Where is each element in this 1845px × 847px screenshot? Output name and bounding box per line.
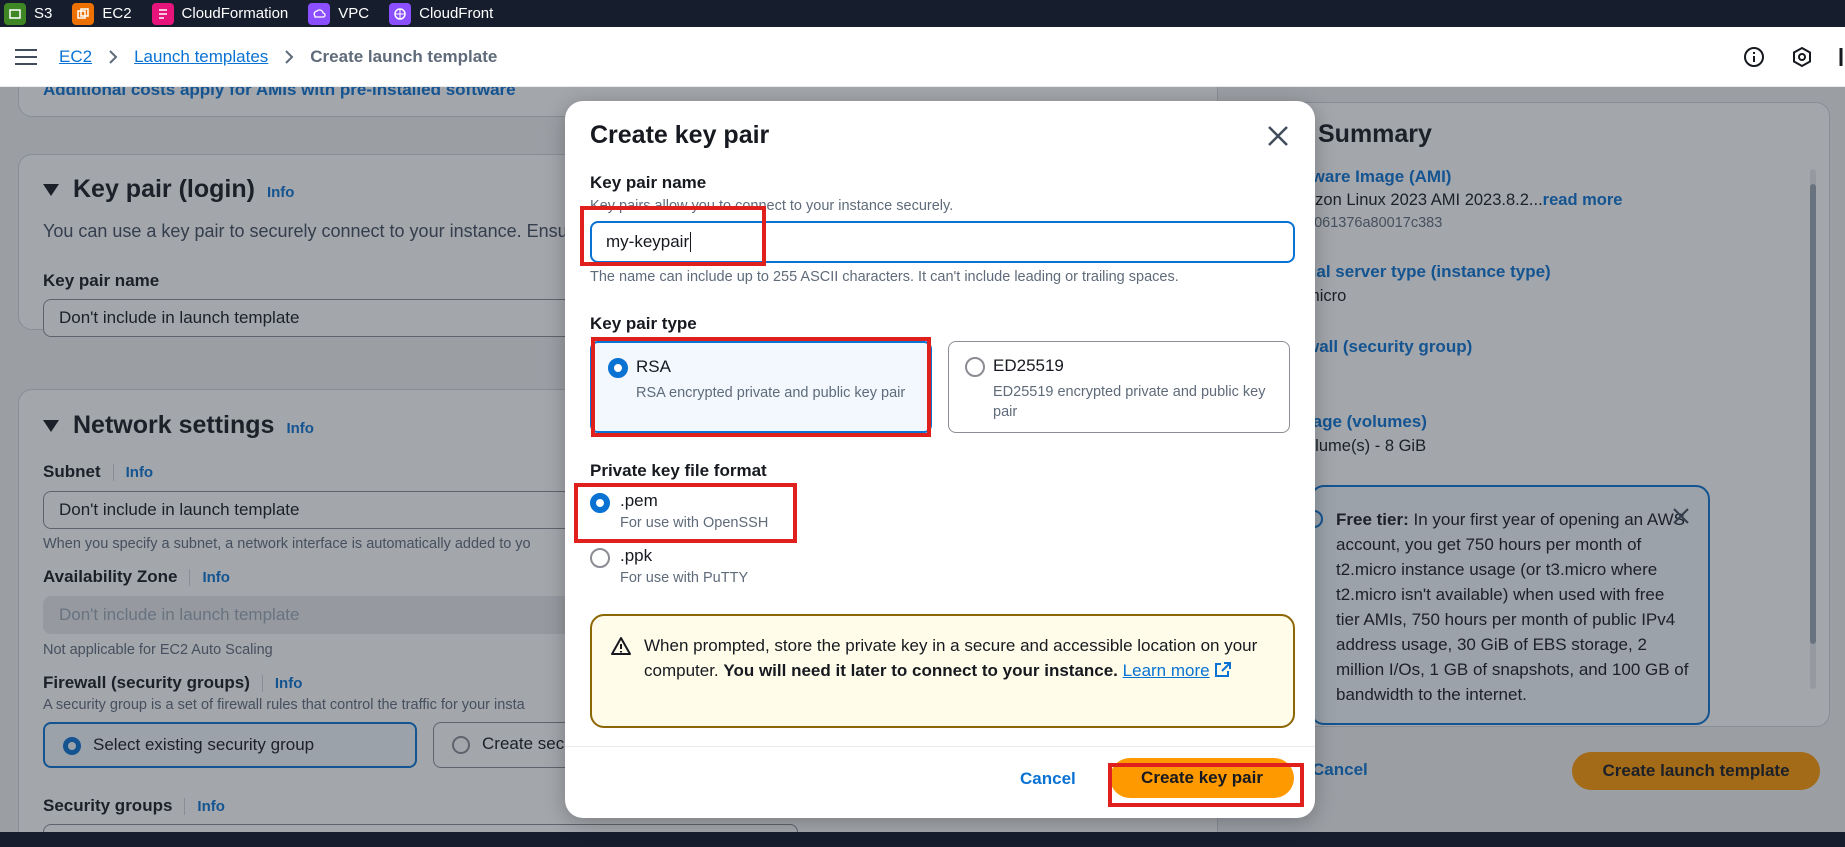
notifications-icon[interactable]: [1791, 46, 1813, 68]
s3-icon: [4, 2, 26, 25]
breadcrumb-header: EC2 Launch templates Create launch templ…: [0, 27, 1845, 87]
warning-text: When prompted, store the private key in …: [644, 636, 1258, 680]
key-type-rsa[interactable]: RSA RSA encrypted private and public key…: [590, 341, 932, 433]
fav-cloudfront[interactable]: CloudFront: [389, 2, 494, 25]
fav-label: CloudFormation: [181, 5, 289, 22]
modal-title: Create key pair: [590, 121, 770, 149]
vpc-icon: [308, 2, 331, 25]
close-icon[interactable]: [1265, 123, 1291, 149]
panel-edge-icon: [1839, 48, 1843, 66]
key-pair-name-constraint: The name can include up to 255 ASCII cha…: [590, 269, 1179, 285]
external-link-icon[interactable]: [1214, 662, 1231, 678]
key-type-ed25519[interactable]: ED25519 ED25519 encrypted private and pu…: [948, 341, 1290, 433]
format-description: For use with PuTTY: [620, 570, 749, 586]
tile-title: RSA: [636, 357, 671, 376]
radio-selected-icon: [608, 358, 628, 378]
tile-title: ED25519: [993, 356, 1064, 375]
fav-label: CloudFront: [419, 5, 494, 22]
info-icon[interactable]: [1743, 46, 1765, 68]
format-title: .ppk: [620, 546, 653, 565]
key-pair-type-label: Key pair type: [590, 314, 697, 333]
format-description: For use with OpenSSH: [620, 515, 769, 531]
key-pair-name-label: Key pair name: [590, 173, 707, 192]
footer-divider: [565, 746, 1315, 747]
cancel-button[interactable]: Cancel: [1020, 769, 1076, 789]
cloudfront-icon: [389, 2, 412, 25]
key-pair-name-description: Key pairs allow you to connect to your i…: [590, 198, 954, 214]
format-title: .pem: [620, 491, 658, 510]
key-pair-name-input[interactable]: my-keypair: [590, 221, 1295, 263]
fav-cloudformation[interactable]: CloudFormation: [151, 2, 289, 25]
warning-icon: [611, 637, 631, 655]
ec2-icon: [72, 2, 95, 25]
service-favorites-bar: S3 EC2 CloudFormation VPC CloudFront: [0, 0, 1845, 27]
warning-alert: When prompted, store the private key in …: [590, 614, 1295, 728]
create-key-pair-modal: Create key pair Key pair name Key pairs …: [565, 101, 1315, 818]
cloudformation-icon: [151, 2, 174, 25]
radio-icon: [590, 548, 610, 568]
create-key-pair-button[interactable]: Create key pair: [1110, 758, 1294, 798]
menu-icon[interactable]: [15, 48, 37, 65]
tile-description: RSA encrypted private and public key pai…: [636, 385, 906, 401]
learn-more-link[interactable]: Learn more: [1123, 661, 1210, 680]
chevron-right-icon: [109, 49, 118, 64]
fav-s3[interactable]: S3: [4, 2, 53, 25]
breadcrumb-launch-templates[interactable]: Launch templates: [134, 47, 268, 67]
bottom-bar: [0, 832, 1845, 847]
private-key-format-label: Private key file format: [590, 461, 767, 480]
tile-description: ED25519 encrypted private and public key…: [993, 384, 1266, 420]
breadcrumb-current: Create launch template: [310, 46, 498, 66]
chevron-right-icon: [285, 49, 294, 64]
fav-ec2[interactable]: EC2: [72, 2, 132, 25]
breadcrumb-ec2[interactable]: EC2: [59, 47, 92, 67]
radio-selected-icon: [590, 493, 610, 513]
fav-label: VPC: [338, 5, 370, 22]
fav-vpc[interactable]: VPC: [308, 2, 370, 25]
radio-icon: [965, 357, 985, 377]
fav-label: EC2: [102, 5, 132, 22]
fav-label: S3: [34, 5, 53, 22]
